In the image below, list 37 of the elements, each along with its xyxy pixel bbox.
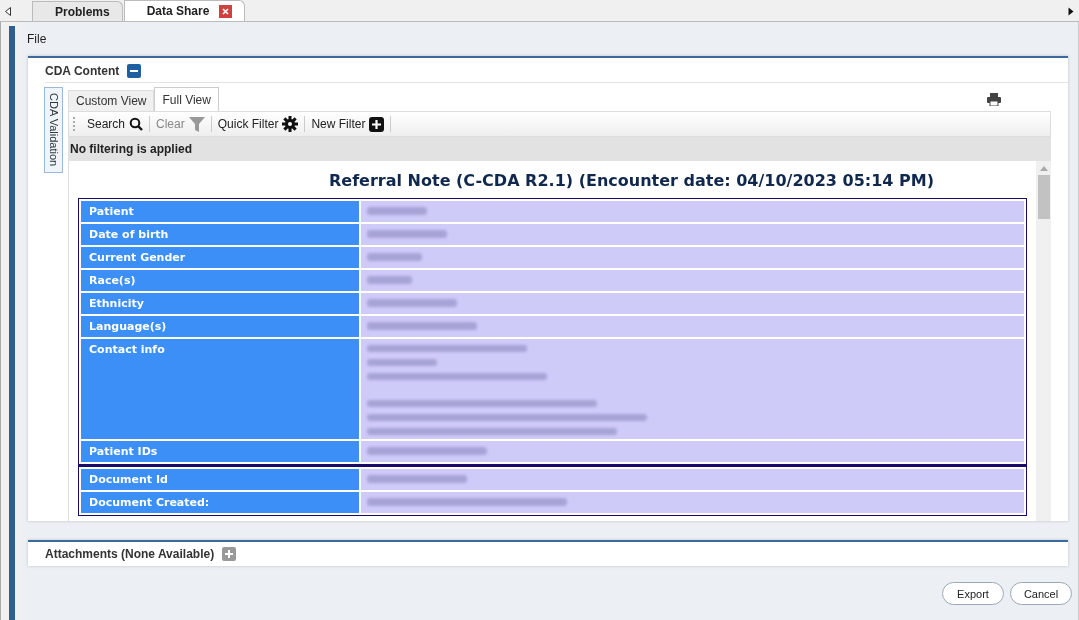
table-label: Contact info bbox=[81, 339, 359, 439]
table-label: Document Id bbox=[81, 469, 359, 490]
scroll-left-icon[interactable] bbox=[5, 6, 11, 16]
view-tab[interactable]: Custom View bbox=[68, 90, 155, 111]
dialog-button[interactable]: Export bbox=[942, 582, 1004, 605]
toolbar-button[interactable]: New Filter bbox=[307, 116, 389, 132]
filter-status: No filtering is applied bbox=[68, 137, 1051, 161]
scroll-right-icon[interactable] bbox=[1068, 6, 1074, 16]
view-tab[interactable]: Full View bbox=[154, 87, 219, 111]
side-tab[interactable]: CDA Validation bbox=[44, 87, 63, 173]
collapse-icon[interactable] bbox=[127, 64, 142, 78]
table-label: Current Gender bbox=[81, 247, 359, 268]
funnel-icon bbox=[188, 116, 205, 132]
table-label: Date of birth bbox=[81, 224, 359, 245]
toolbar-button[interactable]: Search bbox=[83, 117, 148, 131]
panel-title: CDA Content bbox=[45, 64, 120, 78]
expand-icon[interactable] bbox=[222, 547, 237, 561]
document-tab[interactable]: Problems bbox=[32, 1, 123, 21]
print-icon[interactable] bbox=[987, 92, 1001, 106]
settings-icon bbox=[282, 116, 299, 132]
table-label: Ethnicity bbox=[81, 293, 359, 314]
scrollbar[interactable] bbox=[1036, 161, 1051, 521]
menu-item[interactable]: File bbox=[27, 30, 47, 48]
panel-title: Attachments (None Available) bbox=[45, 547, 215, 561]
table-label: Language(s) bbox=[81, 316, 359, 337]
document-title: Referral Note (C-CDA R2.1) (Encounter date: 04/10/2023 05:14 PM) bbox=[328, 170, 935, 192]
close-icon[interactable] bbox=[219, 4, 233, 18]
toolbar-button[interactable]: Quick Filter bbox=[213, 116, 303, 132]
table-label: Document Created: bbox=[81, 492, 359, 513]
document-tab[interactable]: Data Share bbox=[123, 0, 246, 21]
table-label: Patient bbox=[81, 201, 359, 222]
table-label: Patient IDs bbox=[81, 441, 359, 462]
plus-icon bbox=[369, 116, 385, 132]
table-label: Race(s) bbox=[81, 270, 359, 291]
scrollbar-thumb[interactable] bbox=[1037, 175, 1050, 219]
search-icon bbox=[129, 117, 144, 131]
dialog-button[interactable]: Cancel bbox=[1010, 582, 1072, 605]
